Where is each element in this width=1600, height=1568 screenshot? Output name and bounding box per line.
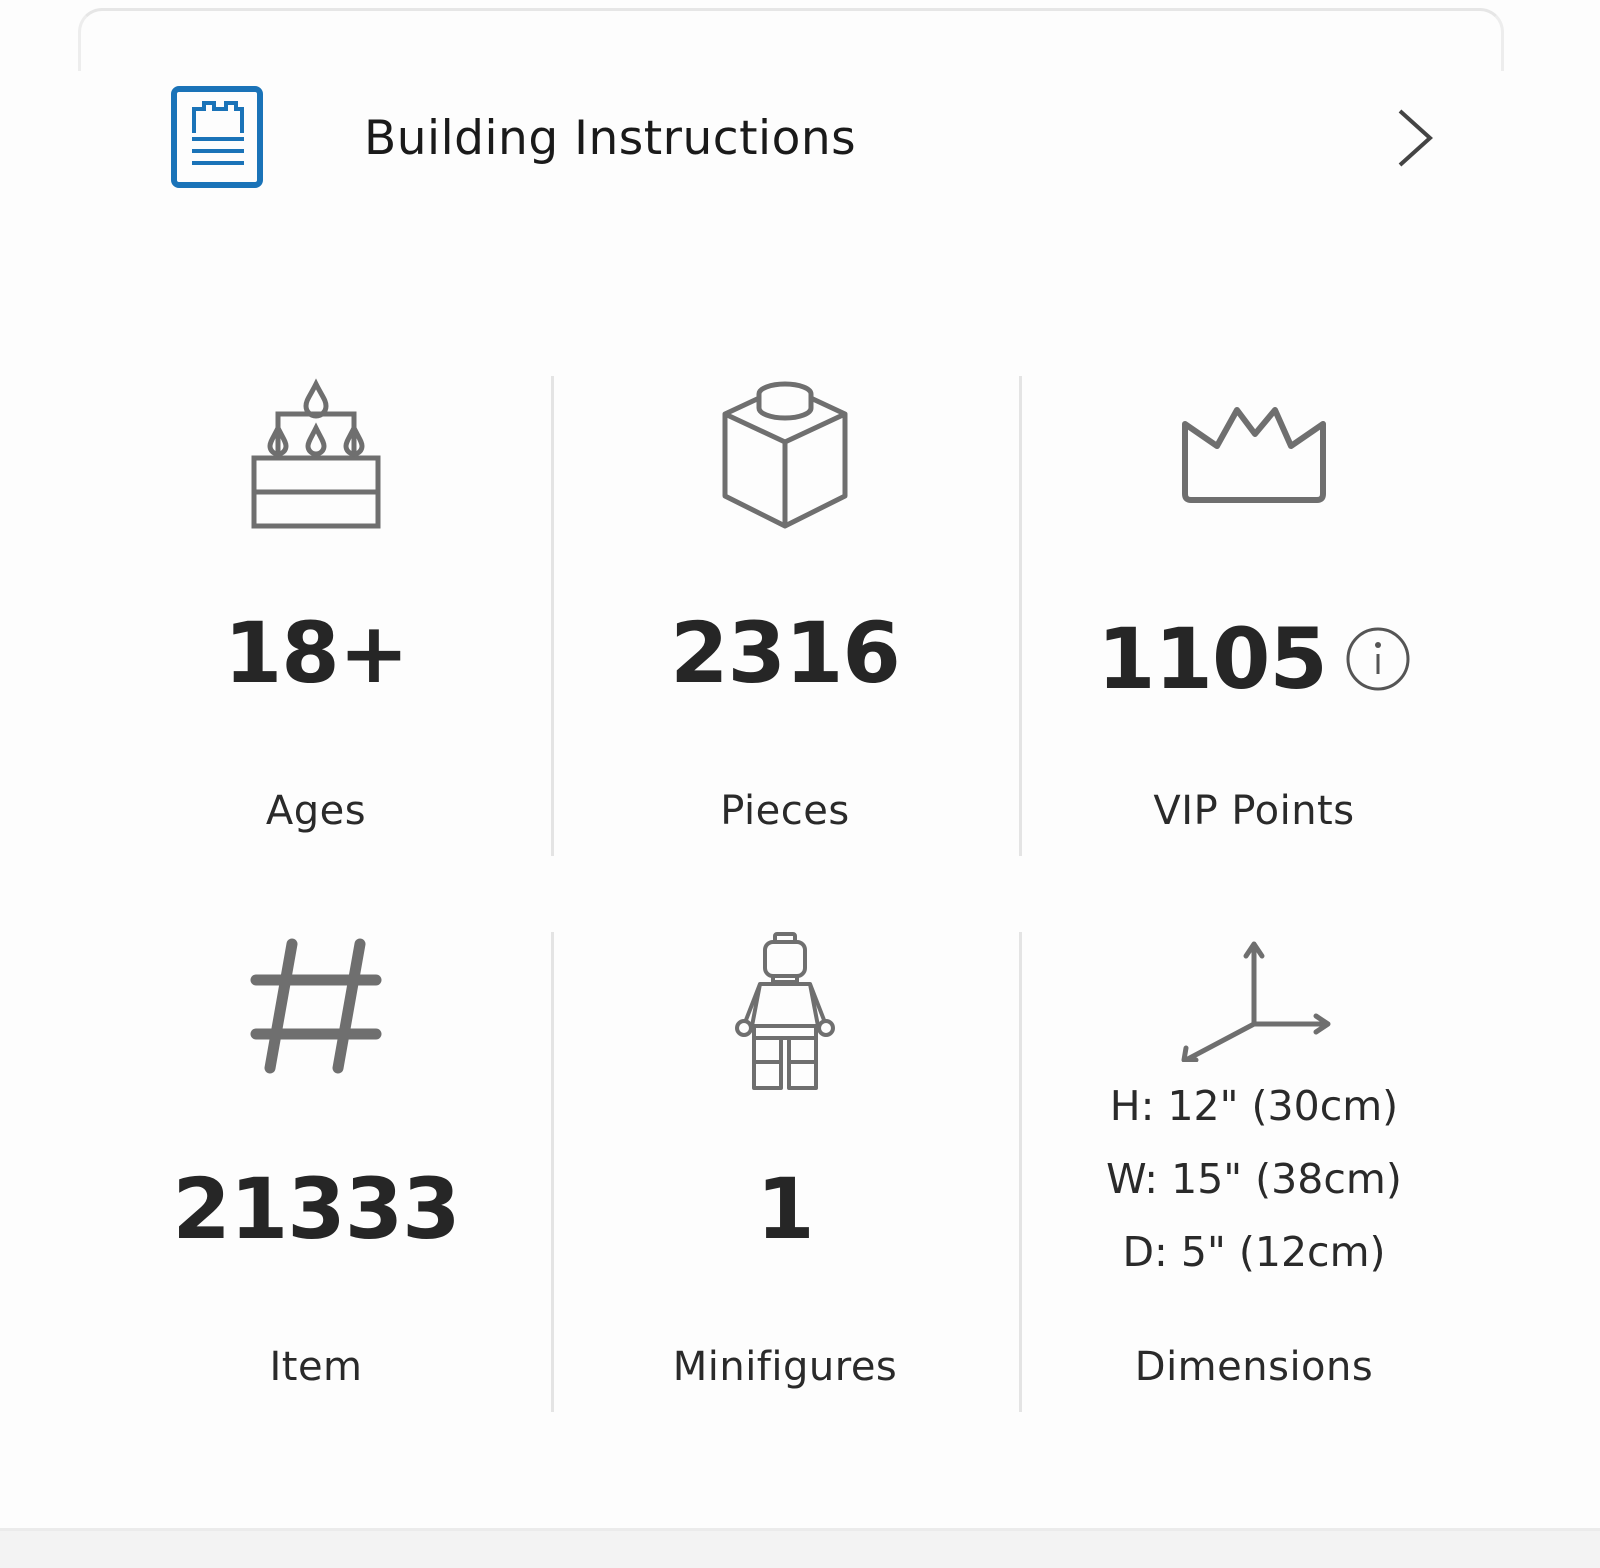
crown-icon: [1182, 407, 1326, 503]
card-border: [78, 8, 1504, 71]
product-specs-panel: Building Instructions 18+ Ages 2316 Piec…: [0, 0, 1600, 1568]
specs-row-2: 21333 Item 1 Minifigures H: 12" (30cm) W…: [82, 932, 1488, 1412]
item-label: Item: [269, 1344, 363, 1390]
lego-brick-icon: [722, 381, 848, 529]
dimension-width: W: 15" (38cm): [1106, 1155, 1402, 1203]
spec-vip-points: 1105 VIP Points: [1020, 376, 1488, 856]
vip-points-value: 1105: [1020, 604, 1488, 708]
vip-points-label: VIP Points: [1153, 788, 1355, 834]
minifigures-label: Minifigures: [672, 1344, 898, 1390]
instructions-book-icon: [171, 86, 263, 188]
specs-grid: 18+ Ages 2316 Pieces 1105 VIP Points 213…: [82, 376, 1488, 1412]
vip-points-number: 1105: [1097, 610, 1328, 709]
spec-pieces: 2316 Pieces: [551, 376, 1019, 856]
item-value: 21333: [172, 1160, 460, 1258]
building-instructions-label: Building Instructions: [364, 110, 857, 166]
spec-dimensions: H: 12" (30cm) W: 15" (38cm) D: 5" (12cm)…: [1020, 932, 1488, 1412]
hash-icon: [250, 938, 382, 1074]
info-icon[interactable]: [1345, 626, 1411, 692]
birthday-cake-icon: [251, 378, 381, 529]
minifigure-icon: [735, 932, 835, 1090]
pieces-value: 2316: [670, 604, 901, 702]
dimension-depth: D: 5" (12cm): [1122, 1228, 1386, 1276]
specs-row-1: 18+ Ages 2316 Pieces 1105 VIP Points: [82, 376, 1488, 856]
dimensions-label: Dimensions: [1134, 1344, 1374, 1390]
building-instructions-link[interactable]: Building Instructions: [170, 82, 1440, 194]
chevron-right-icon: [1398, 109, 1433, 167]
spec-item: 21333 Item: [82, 932, 550, 1412]
dimensions-values: H: 12" (30cm) W: 15" (38cm) D: 5" (12cm): [1020, 1070, 1488, 1289]
bottom-divider: [0, 1528, 1600, 1568]
dimensions-axes-icon: [1181, 941, 1331, 1062]
ages-value: 18+: [223, 604, 409, 702]
dimension-height: H: 12" (30cm): [1109, 1082, 1399, 1130]
ages-label: Ages: [265, 788, 367, 834]
spec-minifigures: 1 Minifigures: [551, 932, 1019, 1412]
pieces-label: Pieces: [720, 788, 850, 834]
minifigures-value: 1: [756, 1160, 814, 1258]
spec-ages: 18+ Ages: [82, 376, 550, 856]
